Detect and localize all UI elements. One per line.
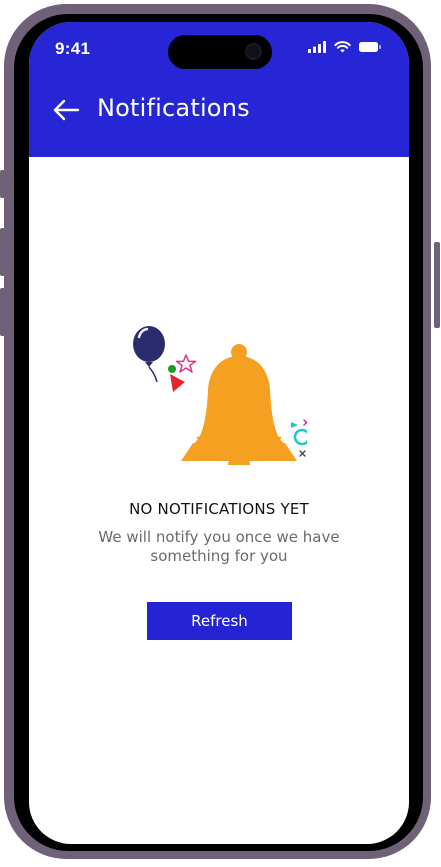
dynamic-island — [168, 35, 272, 69]
confetti-cross-icon — [303, 419, 307, 426]
confetti-small-triangle-icon — [291, 422, 298, 428]
empty-state-message: We will notify you once we have somethin… — [98, 528, 340, 565]
empty-state-title: NO NOTIFICATIONS YET — [129, 500, 309, 518]
status-time: 9:41 — [55, 39, 91, 58]
balloon-icon — [133, 326, 165, 383]
star-outline-icon — [175, 354, 197, 373]
confetti-ring-icon — [293, 428, 307, 446]
wifi-icon — [334, 41, 351, 53]
phone-side-button-power — [434, 242, 440, 328]
signal-bars-icon — [308, 41, 326, 53]
battery-icon — [359, 42, 381, 52]
phone-side-button-volume-down — [0, 288, 5, 336]
phone-side-button-silent — [0, 170, 5, 198]
arrow-left-icon[interactable] — [51, 95, 81, 125]
confetti-triangle-icon — [170, 374, 185, 392]
refresh-button[interactable]: Refresh — [147, 602, 292, 640]
app-header: 9:41 Notifications — [29, 22, 409, 157]
phone-side-button-volume-up — [0, 228, 5, 276]
bell-icon — [181, 344, 297, 465]
confetti-dot-icon — [168, 365, 176, 373]
confetti-dark-cross-icon — [299, 450, 306, 457]
camera-icon — [245, 43, 262, 60]
status-icons — [308, 41, 381, 53]
page-title: Notifications — [97, 94, 250, 122]
bell-illustration — [133, 326, 307, 465]
phone-screen: 9:41 Notifications NO NOTIFICATIONS YET … — [29, 22, 409, 844]
